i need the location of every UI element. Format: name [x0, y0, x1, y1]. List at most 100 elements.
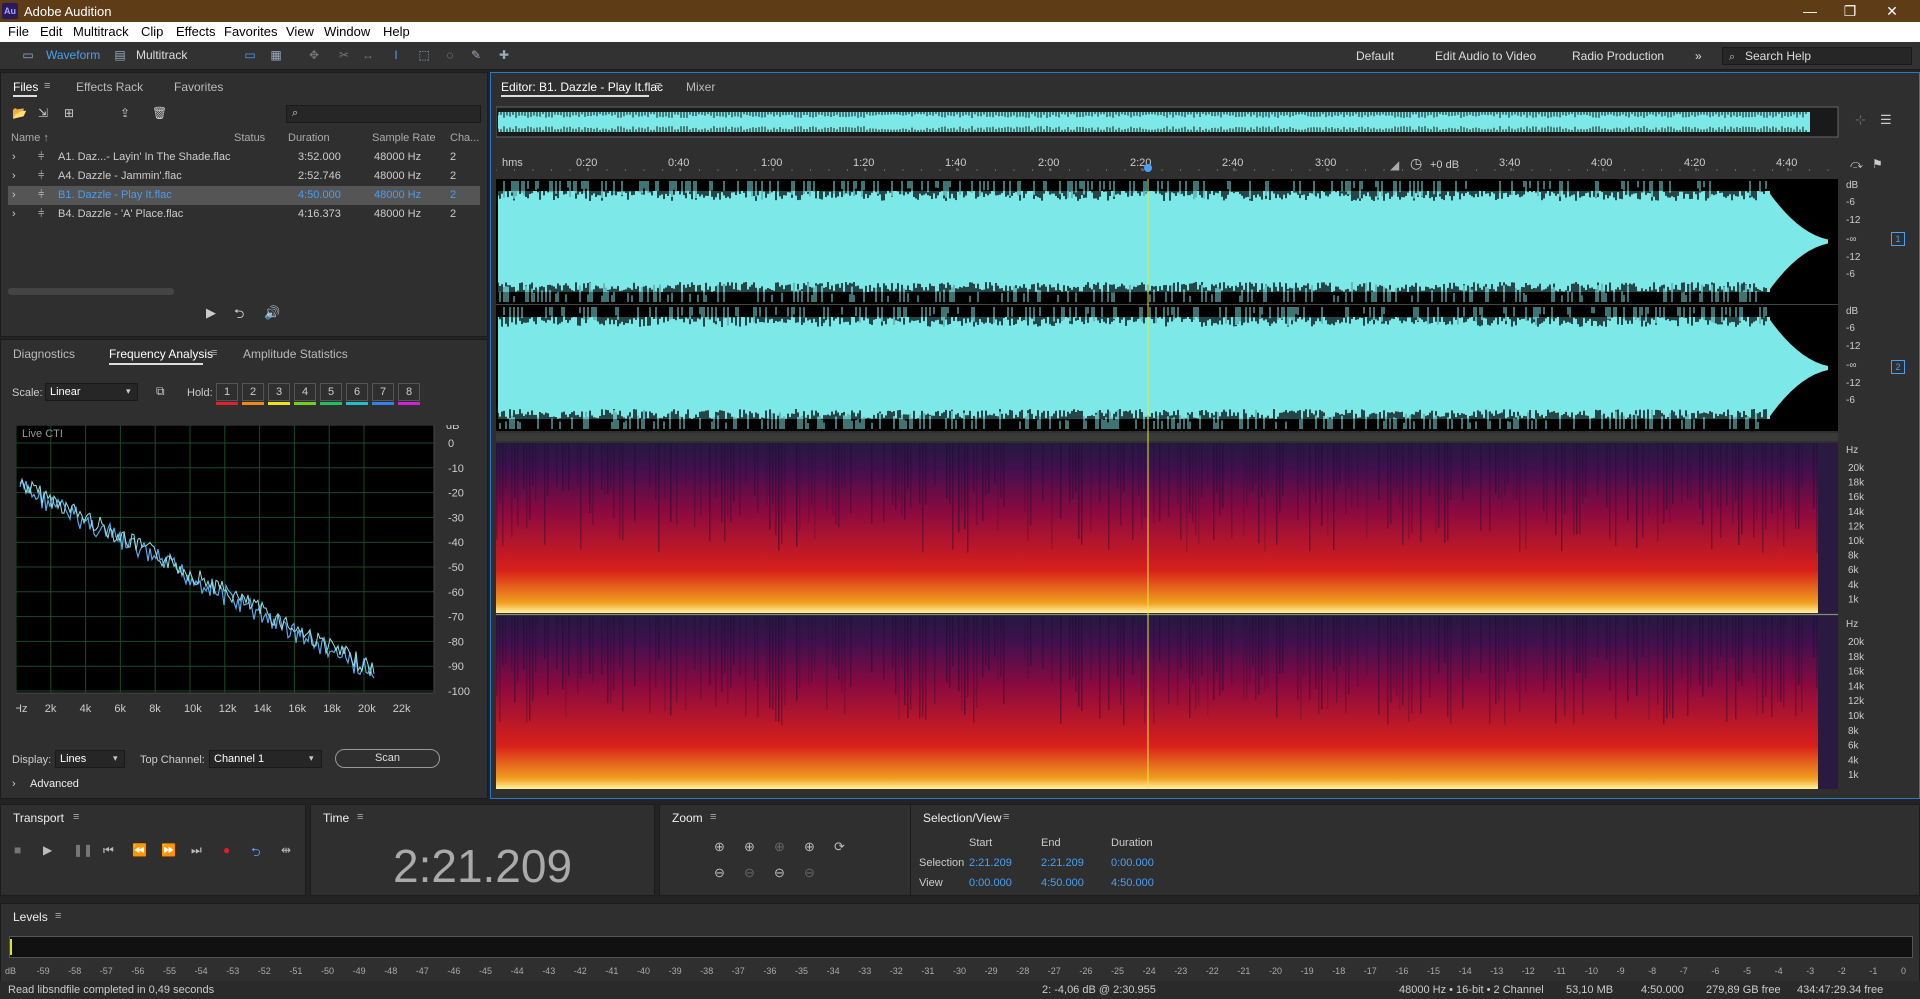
insert-multitrack-icon[interactable]: ⇪ — [120, 106, 130, 120]
stop-icon[interactable]: ■ — [14, 843, 21, 857]
frequency-menu-icon[interactable]: ≡ — [211, 347, 217, 359]
waveform-display-icon[interactable]: ▭ — [242, 48, 258, 62]
view-end[interactable]: 4:50.000 — [1041, 877, 1084, 889]
hold-button-7[interactable]: 7 — [372, 383, 394, 401]
menu-favorites[interactable]: Favorites — [224, 24, 277, 39]
files-menu-icon[interactable]: ≡ — [44, 80, 50, 92]
search-help-input[interactable]: Search Help — [1722, 47, 1912, 65]
gain-value[interactable]: +0 dB — [1430, 159, 1459, 171]
menu-multitrack[interactable]: Multitrack — [73, 24, 129, 39]
waveform-button[interactable]: Waveform — [46, 48, 100, 64]
menu-view[interactable]: View — [286, 24, 314, 39]
tab-diagnostics[interactable]: Diagnostics — [13, 347, 75, 361]
slip-tool-icon[interactable]: ↔ — [360, 48, 376, 62]
time-menu-icon[interactable]: ≡ — [357, 811, 363, 823]
workspace-edit-audio-to-video[interactable]: Edit Audio to Video — [1435, 49, 1536, 63]
minimize-icon[interactable]: — — [1790, 2, 1830, 20]
tab-mixer[interactable]: Mixer — [686, 80, 715, 94]
delete-file-icon[interactable]: 🗑 — [152, 106, 167, 120]
spot-healing-icon[interactable]: ✚ — [496, 48, 512, 62]
column-channels[interactable]: Cha... — [450, 132, 479, 144]
column-status[interactable]: Status — [234, 132, 265, 144]
scan-button[interactable]: Scan — [335, 749, 440, 768]
previous-icon[interactable]: ⏮ — [103, 843, 114, 858]
selection-duration[interactable]: 0:00.000 — [1111, 857, 1154, 869]
zoom-in-time-icon[interactable]: ⊕ — [744, 839, 755, 855]
menu-help[interactable]: Help — [383, 24, 410, 39]
snap-icon[interactable]: ⤼ — [1850, 157, 1863, 172]
transport-menu-icon[interactable]: ≡ — [73, 811, 79, 823]
marker-icon[interactable]: ⚑ — [1872, 157, 1883, 171]
files-search-input[interactable] — [286, 105, 481, 123]
workspace-default[interactable]: Default — [1356, 49, 1394, 63]
files-scrollbar[interactable] — [8, 288, 174, 295]
level-meter-icon[interactable]: ◢ — [1390, 158, 1399, 172]
import-file-icon[interactable]: ⇲ — [38, 106, 48, 120]
table-row[interactable]: › ⫩ A4. Dazzle - Jammin'.flac 2:52.746 48… — [8, 167, 480, 186]
new-file-icon[interactable]: ⊞ — [64, 106, 74, 120]
zoom-in-amplitude-icon[interactable]: ⊕ — [714, 839, 725, 855]
loop-preview-icon[interactable]: ⮌ — [234, 305, 244, 327]
zoom-reset-icon[interactable]: ⟳ — [834, 839, 845, 855]
tab-favorites[interactable]: Favorites — [174, 80, 223, 94]
advanced-toggle[interactable]: Advanced — [30, 778, 79, 790]
top-channel-dropdown[interactable]: Channel 1 — [209, 750, 322, 768]
gain-knob-icon[interactable]: ◷ — [1410, 155, 1422, 172]
restore-icon[interactable]: ❐ — [1830, 2, 1870, 20]
scale-dropdown[interactable]: Linear — [45, 383, 138, 401]
more-workspaces-button[interactable]: » — [1695, 49, 1702, 63]
zoom-navigator-icon[interactable]: ⊹ — [1855, 112, 1866, 128]
rewind-icon[interactable]: ⏪ — [132, 843, 147, 857]
move-tool-icon[interactable]: ✥ — [306, 48, 322, 62]
menu-window[interactable]: Window — [324, 24, 370, 39]
close-icon[interactable]: ✕ — [1872, 2, 1912, 20]
record-icon[interactable]: ● — [223, 843, 230, 857]
autoplay-icon[interactable]: 🔊 — [264, 305, 280, 321]
tab-effects-rack[interactable]: Effects Rack — [76, 80, 143, 94]
column-duration[interactable]: Duration — [288, 132, 330, 144]
hold-button-3[interactable]: 3 — [268, 383, 290, 401]
workspace-radio-production[interactable]: Radio Production — [1572, 49, 1664, 63]
copy-to-clipboard-icon[interactable]: ⧉ — [156, 384, 165, 399]
hold-button-2[interactable]: 2 — [242, 383, 264, 401]
fast-forward-icon[interactable]: ⏩ — [161, 843, 176, 857]
hold-button-8[interactable]: 8 — [398, 383, 420, 401]
time-selection-tool-icon[interactable]: I — [388, 48, 404, 62]
hold-button-6[interactable]: 6 — [346, 383, 368, 401]
marquee-tool-icon[interactable]: ⬚ — [416, 48, 432, 62]
hold-button-5[interactable]: 5 — [320, 383, 342, 401]
table-row-selected[interactable]: › ⫩ B1. Dazzle - Play It.flac 4:50.000 48… — [8, 186, 480, 205]
play-icon[interactable]: ▶ — [43, 843, 52, 857]
column-name[interactable]: Name ↑ — [11, 132, 49, 144]
zoom-in-point-icon[interactable]: ⊕ — [804, 839, 815, 855]
tab-files[interactable]: Files — [13, 80, 38, 94]
zoom-out-full-icon[interactable]: ⊖ — [774, 865, 785, 881]
hold-button-1[interactable]: 1 — [216, 383, 238, 401]
zoom-out-point-icon[interactable]: ⊖ — [804, 865, 815, 881]
menu-file[interactable]: File — [8, 24, 29, 39]
view-duration[interactable]: 4:50.000 — [1111, 877, 1154, 889]
zoom-out-amplitude-icon[interactable]: ⊖ — [714, 865, 725, 881]
table-row[interactable]: › ⫩ A1. Daz...- Layin' In The Shade.flac … — [8, 148, 480, 167]
editor-menu-icon[interactable]: ≡ — [655, 80, 661, 92]
selection-view-menu-icon[interactable]: ≡ — [1003, 811, 1009, 823]
editor-canvas[interactable]: hms 0:20 0:40 1:00 1:20 1:40 2:00 2:20 2:40 3:00… — [496, 105, 1916, 795]
hold-button-4[interactable]: 4 — [294, 383, 316, 401]
menu-clip[interactable]: Clip — [141, 24, 163, 39]
lasso-tool-icon[interactable]: ◌ — [442, 48, 458, 62]
table-row[interactable]: › ⫩ B4. Dazzle - 'A' Place.flac 4:16.373 … — [8, 205, 480, 224]
selection-start[interactable]: 2:21.209 — [969, 857, 1012, 869]
column-sample-rate[interactable]: Sample Rate — [372, 132, 436, 144]
play-preview-icon[interactable]: ▶ — [206, 305, 216, 321]
multitrack-button[interactable]: Multitrack — [136, 48, 187, 64]
levels-menu-icon[interactable]: ≡ — [55, 910, 61, 922]
advanced-chevron-icon[interactable]: › — [12, 778, 16, 790]
view-start[interactable]: 0:00.000 — [969, 877, 1012, 889]
tab-editor[interactable]: Editor: B1. Dazzle - Play It.flac — [501, 80, 663, 94]
channel-1-toggle[interactable]: 1 — [1891, 232, 1905, 246]
loop-icon[interactable]: ⮌ — [251, 843, 261, 864]
panel-options-icon[interactable]: ☰ — [1880, 112, 1892, 128]
tab-amplitude-statistics[interactable]: Amplitude Statistics — [243, 347, 348, 361]
brush-tool-icon[interactable]: ✎ — [468, 48, 484, 62]
zoom-menu-icon[interactable]: ≡ — [710, 811, 716, 823]
